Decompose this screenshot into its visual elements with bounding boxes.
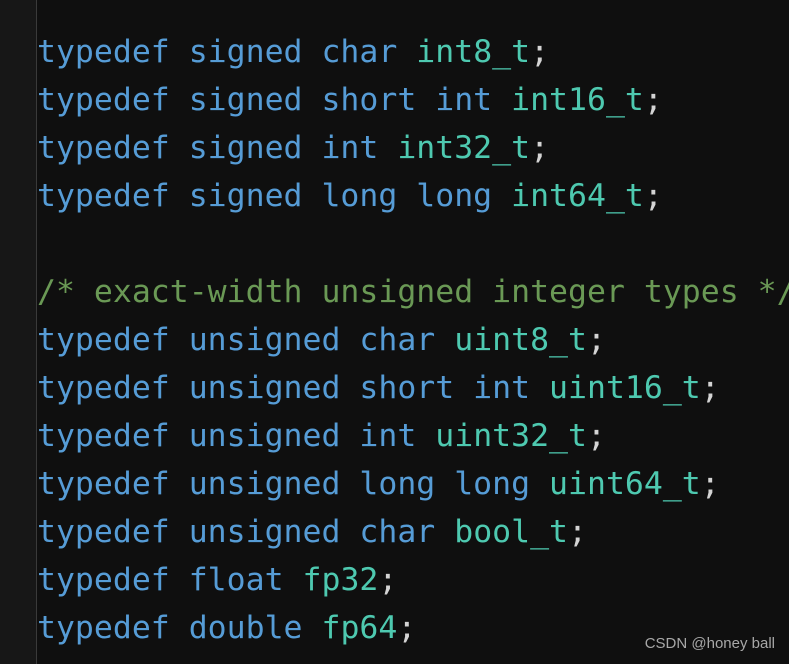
code-line[interactable]: typedef unsigned long long uint64_t;: [37, 460, 789, 508]
code-token-punctuation: ;: [378, 562, 398, 598]
code-token-punctuation: ;: [587, 322, 606, 358]
code-token-keyword: typedef signed long long: [37, 178, 512, 214]
code-token-keyword: typedef float: [37, 562, 303, 598]
code-token-punctuation: ;: [643, 178, 663, 214]
code-token-punctuation: ;: [700, 370, 720, 406]
code-token-punctuation: ;: [586, 418, 606, 454]
code-line[interactable]: typedef signed short int int16_t;: [37, 76, 789, 124]
code-line[interactable]: typedef signed int int32_t;: [37, 124, 789, 172]
code-line[interactable]: typedef unsigned int uint32_t;: [37, 412, 789, 460]
code-token-comment: /* exact-width unsigned integer types */: [37, 274, 789, 310]
code-token-keyword: typedef unsigned char: [37, 322, 455, 358]
code-token-keyword: typedef unsigned long long: [37, 466, 550, 502]
code-editor[interactable]: typedef signed char int8_t; typedef signe…: [37, 28, 789, 652]
code-token-keyword: typedef signed short int: [37, 82, 512, 118]
code-token-type: int16_t: [511, 82, 644, 118]
code-token-type: fp32: [302, 562, 379, 598]
code-token-punctuation: ;: [530, 130, 550, 166]
code-token-keyword: typedef unsigned int: [37, 418, 436, 454]
code-token-type: uint16_t: [549, 370, 701, 406]
code-token-keyword: typedef unsigned short int: [37, 370, 550, 406]
code-line[interactable]: typedef unsigned char bool_t;: [37, 508, 789, 556]
code-line[interactable]: typedef unsigned short int uint16_t;: [37, 364, 789, 412]
code-token-punctuation: ;: [568, 514, 587, 550]
code-token-type: bool_t: [454, 514, 569, 550]
code-token-keyword: typedef unsigned char: [37, 514, 455, 550]
code-token-type: uint8_t: [454, 322, 587, 358]
editor-gutter: [0, 0, 37, 664]
code-token-punctuation: ;: [530, 34, 550, 70]
code-line[interactable]: /* exact-width unsigned integer types */: [37, 268, 789, 316]
code-line[interactable]: typedef float fp32;: [37, 556, 789, 604]
code-token-type: int8_t: [416, 34, 531, 70]
code-token-type: fp64: [321, 610, 398, 646]
code-line[interactable]: [37, 220, 789, 268]
code-token-keyword: typedef signed int: [37, 130, 398, 166]
code-token-keyword: typedef signed char: [37, 34, 417, 70]
code-token-keyword: typedef double: [37, 610, 322, 646]
watermark: CSDN @honey ball: [644, 635, 775, 652]
code-token-punctuation: ;: [643, 82, 663, 118]
code-token-punctuation: ;: [397, 610, 417, 646]
code-line[interactable]: typedef unsigned char uint8_t;: [37, 316, 789, 364]
code-token-punctuation: ;: [700, 466, 720, 502]
code-line[interactable]: typedef signed long long int64_t;: [37, 172, 789, 220]
code-token-type: uint64_t: [549, 466, 701, 502]
code-token-type: int64_t: [511, 178, 644, 214]
code-token-type: uint32_t: [435, 418, 587, 454]
code-line[interactable]: typedef signed char int8_t;: [37, 28, 789, 76]
code-token-type: int32_t: [397, 130, 531, 166]
